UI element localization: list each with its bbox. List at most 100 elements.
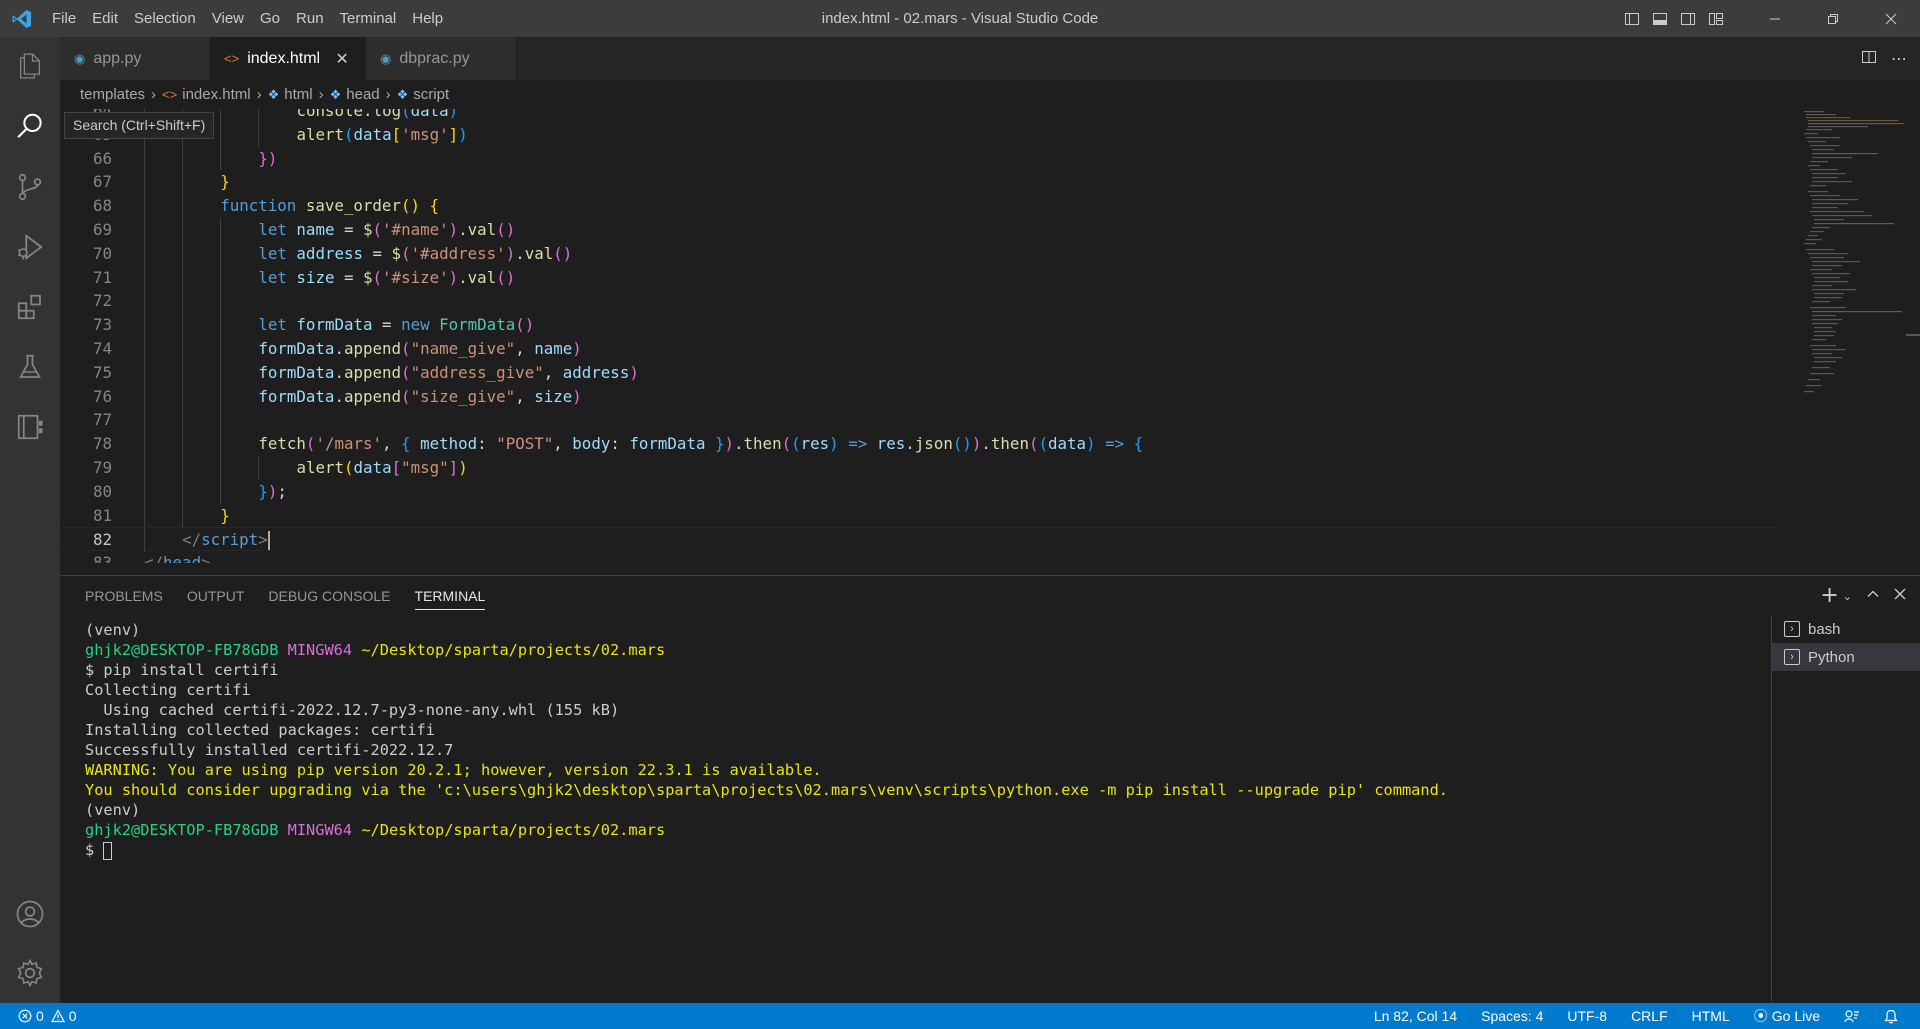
remote-explorer-icon[interactable] [0, 398, 60, 456]
tab-output[interactable]: OUTPUT [177, 576, 259, 616]
tab-terminal[interactable]: TERMINAL [405, 576, 500, 616]
language-mode[interactable]: HTML [1680, 1008, 1742, 1024]
feedback-icon[interactable] [1832, 1009, 1872, 1023]
split-editor-icon[interactable] [1861, 49, 1877, 69]
customize-layout-icon[interactable] [1702, 0, 1730, 37]
menu-edit[interactable]: Edit [84, 0, 126, 37]
code-token: { [401, 434, 411, 454]
menu-file[interactable]: File [44, 0, 84, 37]
menu-go[interactable]: Go [252, 0, 288, 37]
code-line[interactable]: 83 </head> [60, 551, 1780, 563]
code-line[interactable]: 65alert(data['msg']) [60, 122, 1780, 147]
code-token: ( [305, 434, 316, 454]
indent-guide [220, 432, 222, 456]
toggle-primary-sidebar-icon[interactable] [1618, 0, 1646, 37]
search-icon[interactable] [0, 97, 60, 155]
tab-dbprac-py[interactable]: ◉ dbprac.py [366, 37, 516, 80]
code-line[interactable]: 70 let address = $('#address').val() [60, 241, 1780, 266]
tab-index-html[interactable]: <> index.html ✕ [210, 37, 366, 80]
close-tab-icon[interactable]: ✕ [334, 49, 350, 69]
code-line[interactable]: 76 formData.append("size_give", size) [60, 384, 1780, 409]
source-control-icon[interactable] [0, 158, 60, 216]
more-actions-icon[interactable]: ⋯ [1891, 49, 1908, 68]
testing-icon[interactable] [0, 338, 60, 396]
code-line[interactable]: 78 fetch('/mars', { method: "POST", body:… [60, 432, 1780, 456]
code-line[interactable]: 69 let name = $('#name').val() [60, 217, 1780, 242]
terminal-item-python[interactable]: › Python [1772, 643, 1920, 671]
indent-guide [258, 109, 260, 123]
code-text: fetch('/mars', { method: "POST", body: f… [258, 432, 1143, 456]
restore-icon[interactable] [1804, 0, 1862, 37]
tab-problems[interactable]: PROBLEMS [75, 576, 177, 616]
line-number: 70 [92, 243, 112, 263]
problems-status[interactable]: 0 0 [18, 1008, 77, 1024]
run-debug-icon[interactable] [0, 218, 60, 276]
menu-help[interactable]: Help [404, 0, 451, 37]
encoding[interactable]: UTF-8 [1555, 1008, 1619, 1024]
code-token: . [334, 362, 344, 382]
tab-debug-console[interactable]: DEBUG CONSOLE [258, 576, 404, 616]
close-window-icon[interactable] [1862, 0, 1920, 37]
minimize-icon[interactable] [1746, 0, 1804, 37]
code-line[interactable]: 67} [60, 170, 1780, 195]
line-number: 73 [92, 315, 112, 335]
terminal-item-bash[interactable]: › bash [1772, 615, 1920, 643]
breadcrumb-item[interactable]: <> index.html [162, 86, 251, 103]
indent-guide [182, 384, 184, 409]
code-line[interactable]: 72 [60, 289, 1780, 314]
go-live-button[interactable]: ⦿ Go Live [1742, 1006, 1832, 1026]
code-editor[interactable]: 64console.log(data)65alert(data['msg'])6… [60, 109, 1920, 563]
extensions-icon[interactable] [0, 278, 60, 336]
account-icon[interactable] [0, 885, 60, 943]
breadcrumb-item[interactable]: templates [80, 86, 145, 103]
code-token: , [543, 362, 563, 382]
terminal-line: Successfully installed certifi-2022.12.7 [85, 740, 1825, 760]
code-line[interactable]: 73 let formData = new FormData() [60, 313, 1780, 337]
menu-view[interactable]: View [204, 0, 252, 37]
indent-guide [144, 479, 145, 504]
code-line[interactable]: 79 alert(data["msg"]) [60, 455, 1780, 480]
code-line[interactable]: 77 [60, 408, 1780, 433]
code-text: formData.append("name_give", name) [258, 337, 581, 361]
breadcrumb-item[interactable]: ❖ script [397, 86, 450, 103]
end-of-line[interactable]: CRLF [1619, 1008, 1680, 1024]
maximize-panel-icon[interactable] [1866, 587, 1880, 605]
chevron-down-icon[interactable]: ⌄ [1843, 590, 1852, 603]
toggle-panel-icon[interactable] [1646, 0, 1674, 37]
code-line[interactable]: 64console.log(data) [60, 109, 1780, 123]
menu-selection[interactable]: Selection [126, 0, 204, 37]
new-terminal-icon[interactable]: + [1820, 585, 1838, 607]
code-line[interactable]: 80}); [60, 479, 1780, 504]
code-token: $ [363, 267, 373, 287]
code-line[interactable]: 66}) [60, 146, 1780, 171]
scrollbar-marker[interactable] [1906, 334, 1920, 336]
menu-run[interactable]: Run [288, 0, 332, 37]
code-token: then [743, 434, 782, 454]
code-token: ( [344, 457, 354, 477]
tab-app-py[interactable]: ◉ app.py [60, 37, 210, 80]
breadcrumb-item[interactable]: ❖ head [330, 86, 380, 103]
menu-terminal[interactable]: Terminal [332, 0, 405, 37]
indentation[interactable]: Spaces: 4 [1469, 1008, 1555, 1024]
code-text: </head> [144, 551, 211, 563]
minimap[interactable] [1800, 109, 1910, 563]
panel-tabs: PROBLEMS OUTPUT DEBUG CONSOLE TERMINAL [60, 576, 499, 616]
close-panel-icon[interactable] [1894, 588, 1906, 604]
toggle-secondary-sidebar-icon[interactable] [1674, 0, 1702, 37]
terminal-icon: › [1784, 649, 1800, 665]
terminal-line: Installing collected packages: certifi [85, 720, 1825, 740]
code-line[interactable]: 74 formData.append("name_give", name) [60, 336, 1780, 361]
code-line[interactable]: 81} [60, 503, 1780, 528]
manage-gear-icon[interactable] [0, 944, 60, 1002]
cursor-position[interactable]: Ln 82, Col 14 [1362, 1008, 1469, 1024]
code-line[interactable]: 75 formData.append("address_give", addres… [60, 360, 1780, 385]
code-token: val [524, 243, 554, 263]
terminal-output[interactable]: (venv) ghjk2@DESKTOP-FB78GDB MINGW64 ~/De… [85, 620, 1825, 860]
explorer-icon[interactable] [0, 37, 60, 95]
code-line[interactable]: 68 function save_order() { [60, 194, 1780, 218]
notifications-bell-icon[interactable] [1872, 1009, 1910, 1024]
breadcrumb-item[interactable]: ❖ html [268, 86, 313, 103]
code-line[interactable]: 71 let size = $('#size').val() [60, 265, 1780, 290]
code-line[interactable]: 82 </script> [60, 527, 1780, 553]
